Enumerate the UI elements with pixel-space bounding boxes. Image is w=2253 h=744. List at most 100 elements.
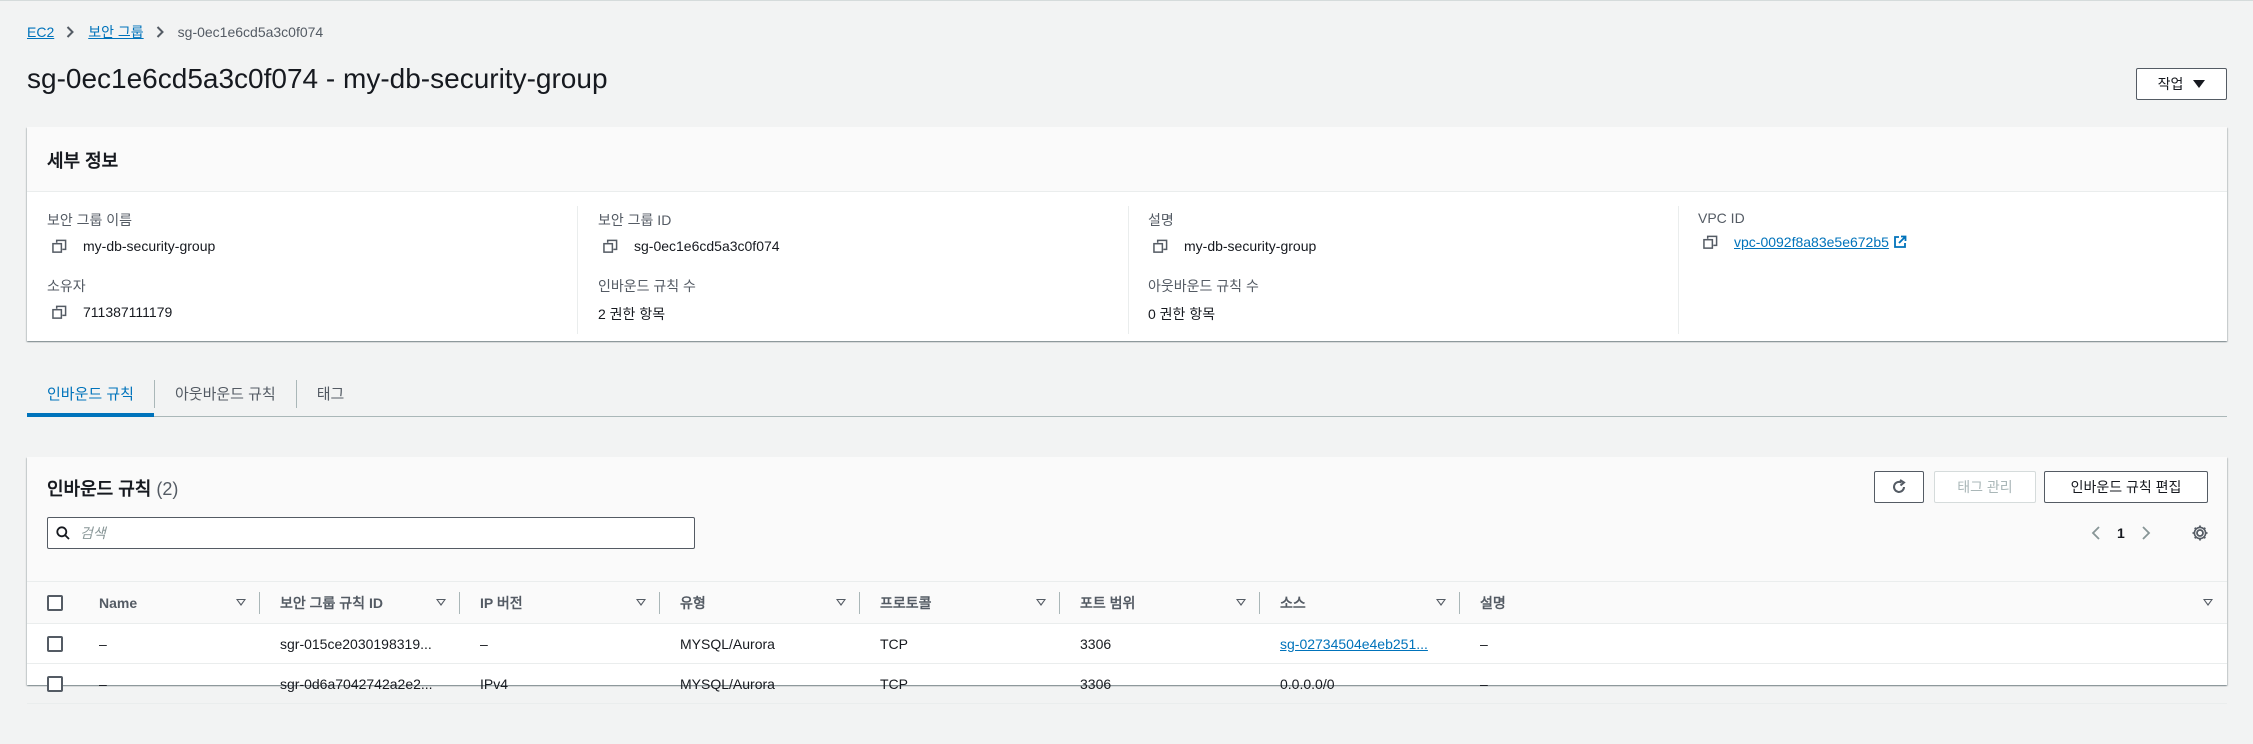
tab-outbound-rules[interactable]: 아웃바운드 규칙 [155,371,296,415]
cell-protocol: TCP [860,663,1060,704]
search-input[interactable] [80,525,680,541]
manage-tags-button[interactable]: 태그 관리 [1934,471,2036,503]
external-link-icon [1894,235,1907,248]
breadcrumb-current: sg-0ec1e6cd5a3c0f074 [177,24,324,40]
column-header-name[interactable]: Name [79,581,260,624]
breadcrumb-security-groups-link[interactable]: 보안 그룹 [88,22,143,42]
column-header-type[interactable]: 유형 [660,581,860,624]
cell-source: sg-02734504e4eb251... [1260,623,1460,664]
cell-description: – [1460,663,2227,704]
cell-ip-version: IPv4 [460,663,660,704]
field-label: 소유자 [47,278,86,294]
cell-rule-id: sgr-015ce2030198319... [260,623,460,664]
gear-icon[interactable] [2191,524,2209,542]
field-label: 보안 그룹 ID [598,212,672,228]
inbound-rules-panel: 인바운드 규칙 (2) 태그 관리 인바운드 규칙 편집 1 [27,457,2227,704]
sort-icon [836,599,846,606]
field-label: 보안 그룹 이름 [47,212,133,228]
cell-port-range: 3306 [1060,623,1260,664]
cell-description: – [1460,623,2227,664]
actions-label: 작업 [2157,76,2184,92]
cell-protocol: TCP [860,623,1060,664]
field-label: VPC ID [1698,210,1745,226]
table-row[interactable]: – sgr-015ce2030198319... – MYSQL/Aurora … [27,623,2227,664]
cell-type: MYSQL/Aurora [660,663,860,704]
column-divider [1678,206,1679,334]
vpc-id-link[interactable]: vpc-0092f8a83e5e672b5 [1734,234,1889,250]
table-row[interactable]: – sgr-0d6a7042742a2e2... IPv4 MYSQL/Auro… [27,663,2227,704]
search-icon [56,526,70,540]
field-sg-id: 보안 그룹 ID sg-0ec1e6cd5a3c0f074 [598,210,780,254]
field-value: 711387111179 [83,304,173,320]
sort-icon [236,599,246,606]
column-header-port-range[interactable]: 포트 범위 [1060,581,1260,624]
search-field[interactable] [47,517,695,549]
field-inbound-count: 인바운드 규칙 수 2 권한 항목 [598,276,696,324]
cell-port-range: 3306 [1060,663,1260,704]
copy-icon[interactable] [52,305,67,320]
rules-title-text: 인바운드 규칙 [47,479,152,499]
source-sg-link[interactable]: sg-02734504e4eb251... [1280,636,1428,652]
field-sg-name: 보안 그룹 이름 my-db-security-group [47,210,215,254]
copy-icon[interactable] [603,239,618,254]
cell-name: – [79,663,260,704]
edit-inbound-rules-button[interactable]: 인바운드 규칙 편집 [2044,471,2208,503]
table-header-row: Name 보안 그룹 규칙 ID IP 버전 유형 프로토콜 포트 범위 소스 … [27,581,2227,624]
tab-tags[interactable]: 태그 [297,371,365,415]
chevron-right-icon[interactable] [2141,526,2151,540]
field-value: my-db-security-group [1184,238,1317,254]
breadcrumb-ec2-link[interactable]: EC2 [27,24,54,40]
copy-icon[interactable] [1153,239,1168,254]
cell-source: 0.0.0.0/0 [1260,663,1460,704]
page-number[interactable]: 1 [2117,525,2125,541]
field-label: 설명 [1148,212,1174,228]
cell-rule-id: sgr-0d6a7042742a2e2... [260,663,460,704]
field-value: 2 권한 항목 [598,306,666,322]
copy-icon[interactable] [52,239,67,254]
rules-header: 인바운드 규칙 (2) 태그 관리 인바운드 규칙 편집 1 [27,457,2227,581]
rules-title: 인바운드 규칙 (2) [47,475,178,501]
select-all-checkbox[interactable] [47,595,63,612]
breadcrumb: EC2 보안 그룹 sg-0ec1e6cd5a3c0f074 [27,22,323,42]
field-value: sg-0ec1e6cd5a3c0f074 [634,238,780,254]
field-description: 설명 my-db-security-group [1148,210,1316,254]
chevron-left-icon[interactable] [2091,526,2101,540]
chevron-right-icon [156,26,164,38]
inbound-rules-table: Name 보안 그룹 규칙 ID IP 버전 유형 프로토콜 포트 범위 소스 … [27,581,2227,704]
field-value: 0 권한 항목 [1148,306,1216,322]
column-divider [577,206,578,334]
column-header-protocol[interactable]: 프로토콜 [860,581,1060,624]
column-header-source[interactable]: 소스 [1260,581,1460,624]
field-label: 아웃바운드 규칙 수 [1148,278,1259,294]
row-checkbox[interactable] [47,636,63,653]
sort-icon [2203,599,2213,606]
sort-icon [1236,599,1246,606]
actions-dropdown-button[interactable]: 작업 [2136,68,2227,100]
details-panel: 세부 정보 보안 그룹 이름 my-db-security-group 보안 그… [27,127,2227,341]
page-title: sg-0ec1e6cd5a3c0f074 - my-db-security-gr… [27,63,608,94]
cell-ip-version: – [460,623,660,664]
sort-icon [636,599,646,606]
caret-down-icon [2193,80,2206,88]
refresh-button[interactable] [1874,471,1924,503]
tab-bar: 인바운드 규칙 아웃바운드 규칙 태그 [27,371,2227,417]
column-header-ip-version[interactable]: IP 버전 [460,581,660,624]
pagination: 1 [2091,525,2151,541]
copy-icon[interactable] [1703,235,1718,250]
cell-name: – [79,623,260,664]
column-header-description[interactable]: 설명 [1460,581,2227,624]
chevron-right-icon [67,26,75,38]
select-all-header [27,581,79,624]
row-checkbox[interactable] [47,676,63,693]
column-divider [1128,206,1129,334]
field-outbound-count: 아웃바운드 규칙 수 0 권한 항목 [1148,276,1259,324]
tab-inbound-rules[interactable]: 인바운드 규칙 [27,371,154,417]
field-value: my-db-security-group [83,238,216,254]
details-header: 세부 정보 [27,127,2227,192]
field-owner: 소유자 711387111179 [47,276,172,320]
column-header-rule-id[interactable]: 보안 그룹 규칙 ID [260,581,460,624]
field-label: 인바운드 규칙 수 [598,278,696,294]
refresh-icon [1893,479,1906,493]
sort-icon [1036,599,1046,606]
rules-count: (2) [156,479,179,499]
